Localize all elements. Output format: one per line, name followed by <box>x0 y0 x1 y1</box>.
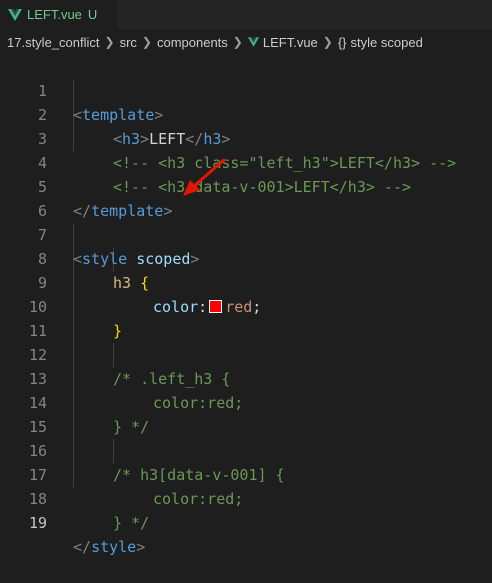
code-line: 16 /* h3[data-v-001] { <box>0 415 492 484</box>
chevron-right-icon: ❯ <box>141 35 152 49</box>
code-line: 8 h3 { <box>0 223 492 292</box>
code-line: 5 </template> <box>0 151 492 220</box>
braces-icon: {} <box>337 34 347 50</box>
breadcrumb-item-file[interactable]: LEFT.vue <box>263 35 318 50</box>
chevron-right-icon: ❯ <box>104 35 115 49</box>
code-line: 3 <!-- <h3 class="left_h3">LEFT</h3> --> <box>0 103 492 172</box>
code-line: 13 color:red; <box>0 343 492 412</box>
breadcrumb-item-components[interactable]: components <box>157 35 228 50</box>
tab-bar: LEFT.vue U <box>0 0 492 29</box>
vue-file-icon <box>247 37 259 47</box>
code-line: 7 <style scoped> <box>0 199 492 268</box>
code-line: 19 </style> <box>0 487 492 556</box>
code-line: 9 color: red; <box>0 247 492 316</box>
code-line: 15 <box>0 391 492 436</box>
chevron-right-icon: ❯ <box>232 35 243 49</box>
breadcrumb-item-src[interactable]: src <box>120 35 137 50</box>
code-line: 17 color:red; <box>0 439 492 508</box>
breadcrumb-item-symbol[interactable]: style scoped <box>351 35 423 50</box>
tab-left-vue[interactable]: LEFT.vue U <box>0 0 118 29</box>
code-line: 4 <!-- <h3 data-v-001>LEFT</h3> --> <box>0 127 492 196</box>
tab-filename: LEFT.vue <box>27 7 82 22</box>
chevron-right-icon: ❯ <box>322 35 333 49</box>
code-editor[interactable]: 1 <template> 2 <h3>LEFT</h3> 3 <!-- <h3 … <box>0 55 492 556</box>
line-number: 19 <box>28 514 47 532</box>
code-line: 11 <box>0 295 492 340</box>
vue-file-icon <box>8 8 22 21</box>
code-text: </style> <box>73 538 146 556</box>
breadcrumb-item-folder[interactable]: 17.style_conflict <box>7 35 100 50</box>
code-comment: } */ <box>113 514 150 532</box>
code-line: 14 } */ <box>0 367 492 436</box>
code-line: 1 <template> <box>0 55 492 124</box>
code-line: 6 <box>0 175 492 220</box>
code-line: 10 } <box>0 271 492 340</box>
breadcrumb: 17.style_conflict ❯ src ❯ components ❯ L… <box>0 29 492 55</box>
code-line: 18 } */ <box>0 463 492 532</box>
tab-untracked-badge: U <box>87 7 98 22</box>
code-line: 12 /* .left_h3 { <box>0 319 492 388</box>
code-line: 2 <h3>LEFT</h3> <box>0 79 492 148</box>
